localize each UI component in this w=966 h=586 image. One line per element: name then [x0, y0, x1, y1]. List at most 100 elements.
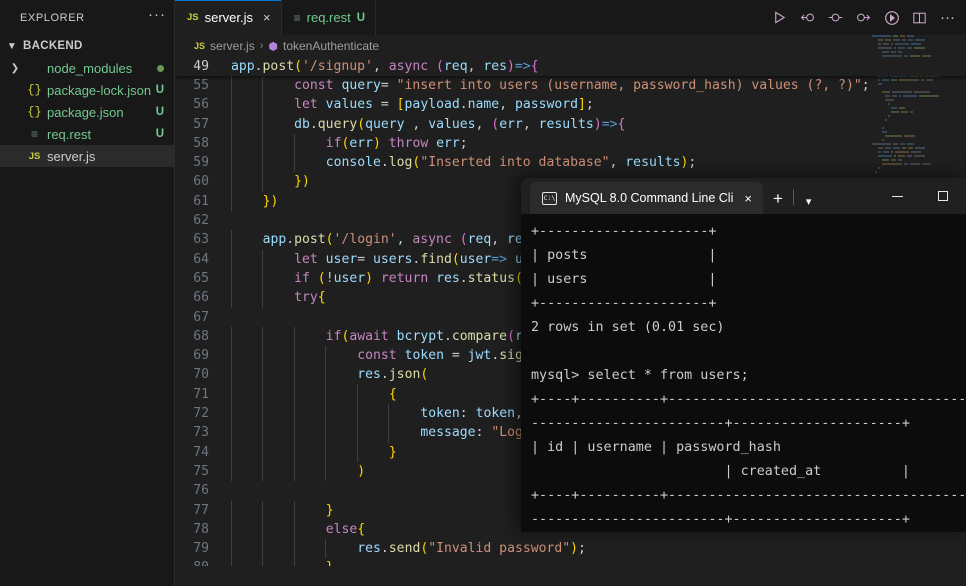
indent-guide	[293, 461, 295, 482]
file-item-server-js[interactable]: JS server.js	[0, 145, 174, 167]
line-number: 80	[175, 558, 231, 566]
indent-guide	[388, 404, 390, 424]
terminal-line: mysql> select * from users;	[531, 368, 749, 383]
minimap-token	[899, 79, 920, 81]
minimap-token	[909, 163, 920, 165]
file-item-node-modules[interactable]: ❯ node_modules	[0, 57, 174, 79]
line-number: 56	[193, 97, 209, 113]
indent-guide	[231, 191, 232, 212]
minimap-token	[883, 43, 890, 45]
tab-server-js[interactable]: JS server.js ×	[175, 0, 282, 35]
minimap-line	[872, 51, 952, 54]
minimap-token	[900, 143, 905, 145]
code-line[interactable]: 58 if(err) throw err;	[175, 133, 966, 154]
mysql-terminal-window[interactable]: C:\ MySQL 8.0 Command Line Cli × + ▾ +--…	[521, 178, 966, 532]
indent-guide	[325, 384, 327, 405]
file-item-package-json[interactable]: {} package.json U	[0, 101, 174, 123]
indent-guide	[293, 365, 295, 385]
minimap-line	[872, 87, 952, 90]
line-number: 60	[193, 174, 209, 190]
close-icon[interactable]: ×	[741, 191, 755, 206]
minimap-token	[901, 111, 909, 113]
breadcrumb-symbol[interactable]: tokenAuthenticate	[283, 39, 379, 53]
minimap-token	[894, 47, 897, 49]
minimap-line	[872, 131, 952, 134]
minimap-token	[884, 135, 902, 137]
code-line[interactable]: 79 res.send("Invalid password");	[175, 539, 966, 559]
code-line[interactable]: 57 db.query(query , values, (err, result…	[175, 114, 966, 134]
line-number: 73	[193, 425, 209, 441]
indent-guide	[356, 384, 358, 405]
line-number: 74	[193, 444, 209, 460]
minimap-token	[893, 143, 898, 145]
minimap-token	[878, 39, 884, 41]
file-item-req-rest[interactable]: ≡ req.rest U	[0, 123, 174, 145]
more-actions-icon[interactable]: ···	[939, 9, 956, 26]
code-line[interactable]: 59 console.log("Inserted into database",…	[175, 153, 966, 173]
file-item-package-lock-json[interactable]: {} package-lock.json U	[0, 79, 174, 101]
file-item-label: server.js	[47, 148, 96, 164]
tab-label: req.rest	[306, 10, 351, 25]
run-play-icon[interactable]	[771, 9, 788, 26]
terminal-tab-mysql[interactable]: C:\ MySQL 8.0 Command Line Cli ×	[530, 182, 763, 214]
sticky-scroll-line[interactable]: 49 app.post('/signup', async (req, res)=…	[175, 57, 966, 76]
minimap-token	[893, 35, 898, 37]
indent-guide	[388, 423, 390, 443]
indent-guide	[262, 95, 264, 115]
minimap-token	[891, 151, 894, 153]
chevron-down-icon[interactable]: ▾	[794, 195, 824, 208]
minimize-icon[interactable]	[874, 178, 920, 214]
code-line[interactable]: 80 }	[175, 558, 966, 566]
minimap-line	[872, 163, 952, 166]
minimap-token	[891, 43, 894, 45]
breakpoint-icon[interactable]	[827, 9, 844, 26]
minimap-token	[878, 167, 881, 169]
minimap-line	[872, 135, 952, 138]
line-text: res.send("Invalid password");	[231, 539, 966, 559]
minimap-token	[881, 127, 884, 129]
explorer-sidebar: EXPLORER ··· ▼ BACKEND ❯ node_modules {} pa…	[0, 0, 175, 586]
maximize-icon[interactable]	[920, 178, 966, 214]
code-line[interactable]: 56 let values = [payload.name, password]…	[175, 95, 966, 115]
explorer-title: EXPLORER	[20, 11, 85, 24]
close-icon[interactable]: ×	[263, 10, 271, 25]
ellipsis-icon[interactable]: ···	[148, 7, 166, 26]
minimap-token	[907, 35, 914, 37]
step-forward-icon[interactable]	[855, 9, 872, 26]
minimap-token	[921, 163, 931, 165]
folder-section-backend[interactable]: ▼ BACKEND	[0, 35, 174, 57]
minimap-token	[885, 147, 892, 149]
line-number: 71	[193, 386, 209, 402]
minimap-line	[872, 79, 952, 82]
git-status-badge: U	[155, 128, 164, 140]
split-editor-icon[interactable]	[911, 9, 928, 26]
indent-guide	[293, 500, 295, 520]
file-item-label: package-lock.json	[47, 82, 152, 98]
indent-guide	[262, 539, 264, 559]
minimap-token	[897, 159, 902, 161]
terminal-title-bar[interactable]: C:\ MySQL 8.0 Command Line Cli × + ▾	[521, 178, 966, 214]
minimap-line	[872, 151, 952, 154]
indent-guide	[262, 404, 264, 424]
minimap-token	[902, 39, 907, 41]
new-tab-icon[interactable]: +	[763, 189, 793, 209]
indent-guide	[231, 539, 232, 559]
git-status-badge: U	[155, 84, 164, 96]
line-number: 65	[193, 270, 209, 286]
code-line[interactable]: 55 const query= "insert into users (user…	[175, 76, 966, 96]
minimap-token	[878, 79, 881, 81]
minimap-token	[898, 95, 901, 97]
minimap-token	[895, 151, 910, 153]
step-back-icon[interactable]	[799, 9, 816, 26]
indent-guide	[231, 268, 232, 289]
minimap-token	[907, 47, 913, 49]
terminal-output[interactable]: +---------------------+ | posts | | users …	[521, 214, 966, 532]
indent-guide	[325, 461, 327, 482]
folder-section-label: BACKEND	[23, 40, 83, 52]
chevron-right-icon[interactable]: ❯	[8, 63, 22, 74]
line-number: 79	[193, 541, 209, 557]
breadcrumb-file[interactable]: server.js	[210, 39, 255, 53]
tab-req-rest[interactable]: ≡ req.rest U	[282, 0, 377, 35]
run-cursor-icon[interactable]	[883, 9, 900, 26]
minimap-token	[921, 79, 925, 81]
